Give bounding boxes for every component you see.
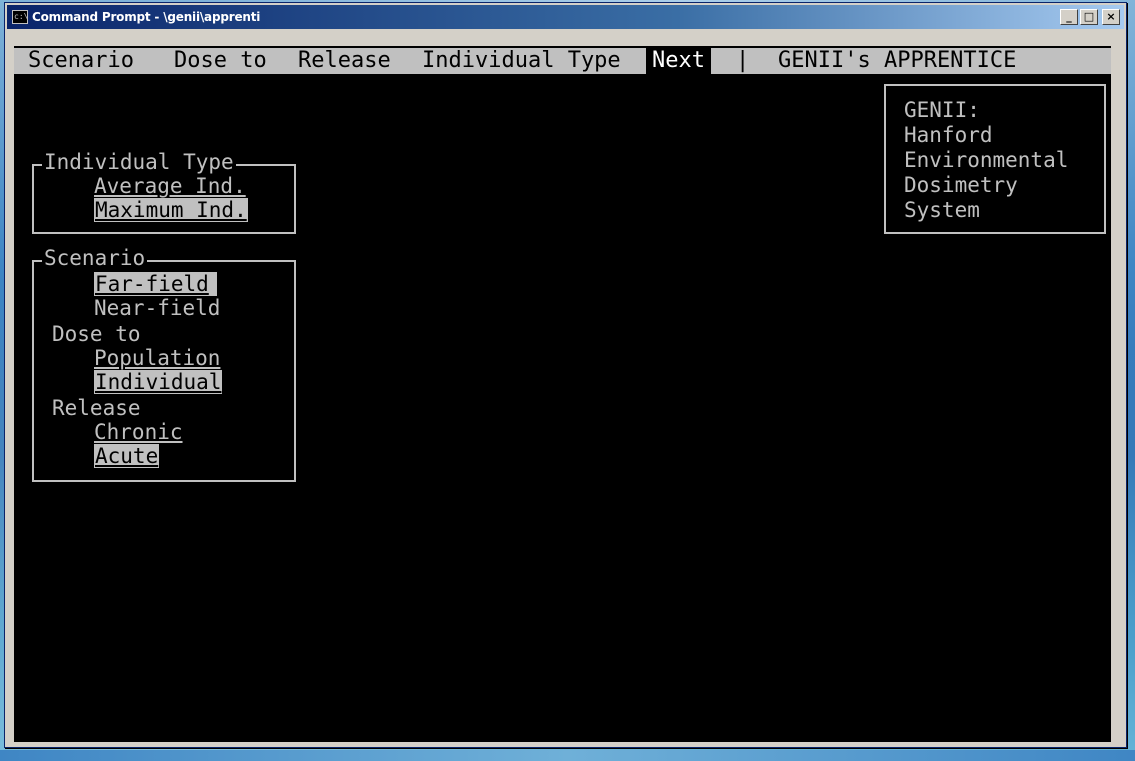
dose-to-label: Dose to: [52, 322, 141, 346]
info-line-dosimetry: Dosimetry: [904, 173, 1018, 197]
menu-bar: Scenario Dose to Release Individual Type…: [14, 48, 1111, 74]
option-far-field[interactable]: Far-field: [94, 272, 217, 296]
menu-scenario[interactable]: Scenario: [28, 48, 134, 74]
menu-dose-to[interactable]: Dose to: [174, 48, 267, 74]
option-individual-label: Individual: [94, 370, 223, 394]
option-individual[interactable]: Individual: [94, 370, 223, 394]
menu-next[interactable]: Next: [646, 48, 711, 74]
option-population-label: Population: [94, 346, 221, 370]
option-chronic-label: Chronic: [94, 420, 183, 444]
option-average-ind[interactable]: Average Ind.: [94, 174, 246, 198]
console-area[interactable]: Scenario Dose to Release Individual Type…: [14, 46, 1111, 742]
option-far-field-label: Far-field: [94, 272, 217, 296]
individual-type-title: Individual Type: [42, 150, 236, 174]
scenario-title: Scenario: [42, 246, 148, 270]
maximize-button[interactable]: □: [1080, 9, 1098, 25]
desktop-strip: [0, 750, 1135, 761]
menu-release[interactable]: Release: [298, 48, 391, 74]
info-line-genii: GENII:: [904, 98, 980, 122]
app-name-label: GENII's APPRENTICE: [778, 48, 1017, 73]
option-acute[interactable]: Acute: [94, 444, 160, 468]
info-line-hanford: Hanford: [904, 123, 993, 147]
close-button[interactable]: ×: [1102, 9, 1120, 25]
window-title: Command Prompt - \genii\apprenti: [32, 10, 261, 24]
option-near-field-label: Near-field: [94, 296, 221, 320]
option-population[interactable]: Population: [94, 346, 220, 370]
option-acute-label: Acute: [94, 444, 160, 468]
option-maximum-ind-label: Maximum Ind.: [94, 198, 248, 222]
title-bar[interactable]: c:\ Command Prompt - \genii\apprenti _ □…: [7, 5, 1124, 29]
window-controls: _ □ ×: [1060, 9, 1120, 25]
minimize-button[interactable]: _: [1060, 9, 1078, 25]
menu-individual-type[interactable]: Individual Type: [422, 48, 621, 74]
menu-separator: |: [736, 48, 750, 73]
console-icon: c:\: [12, 10, 28, 24]
option-maximum-ind[interactable]: Maximum Ind.: [94, 198, 248, 222]
info-line-environmental: Environmental: [904, 148, 1069, 172]
option-near-field[interactable]: Near-field: [94, 296, 220, 320]
release-label: Release: [52, 396, 141, 420]
option-chronic[interactable]: Chronic: [94, 420, 183, 444]
option-average-ind-label: Average Ind.: [94, 174, 246, 198]
info-line-system: System: [904, 198, 980, 222]
